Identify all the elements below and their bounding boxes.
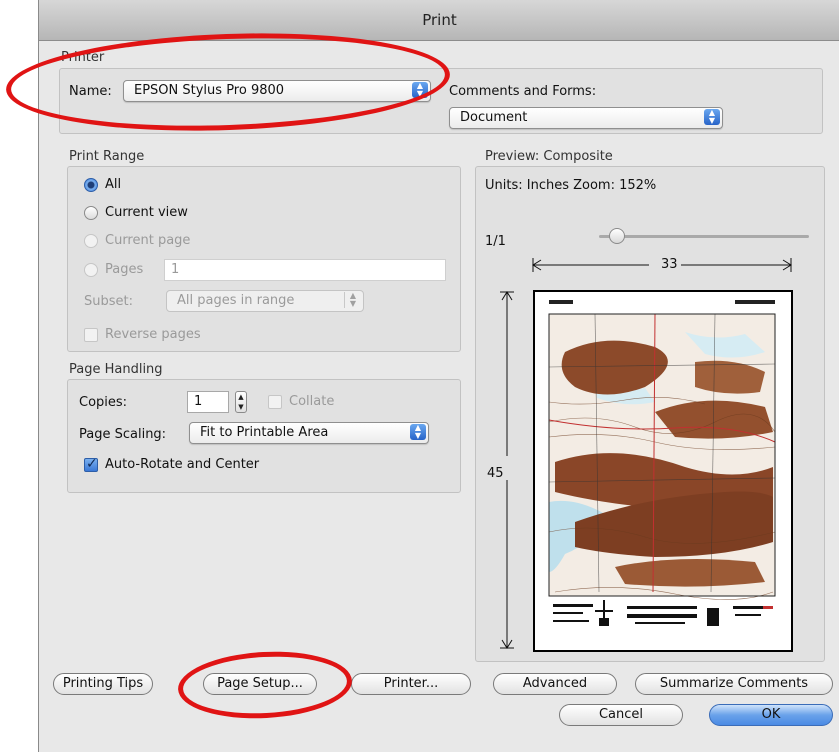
auto-rotate-checkbox[interactable] [84, 456, 98, 472]
page-scaling-value: Fit to Printable Area [200, 425, 329, 440]
subset-select[interactable]: All pages in range ▲ ▼ [166, 290, 364, 312]
radio-current-view-label: Current view [105, 205, 188, 220]
cancel-button[interactable]: Cancel [559, 704, 683, 726]
radio-current-page-label: Current page [105, 233, 191, 248]
ok-button[interactable]: OK [709, 704, 833, 726]
chevron-updown-icon: ▲ ▼ [704, 109, 720, 125]
radio-current-view[interactable] [84, 206, 98, 220]
chevron-updown-icon: ▲ ▼ [410, 424, 426, 440]
page-count: 1/1 [485, 234, 506, 249]
radio-pages-label: Pages [105, 262, 144, 277]
zoom-slider-knob[interactable] [608, 228, 625, 244]
height-value: 45 [487, 466, 504, 481]
page-handling-label: Page Handling [69, 362, 163, 377]
window-title: Print [422, 11, 457, 29]
chevron-updown-icon: ▲ ▼ [344, 292, 361, 308]
page-scaling-select[interactable]: Fit to Printable Area ▲ ▼ [189, 422, 429, 444]
print-dialog: Print Printer Name: EPSON Stylus Pro 980… [38, 0, 839, 752]
copies-stepper[interactable]: ▲ ▼ [235, 391, 247, 413]
reverse-pages-checkbox[interactable] [84, 328, 98, 342]
radio-current-page[interactable] [84, 234, 98, 248]
page-setup-button[interactable]: Page Setup... [203, 673, 317, 695]
printing-tips-button[interactable]: Printing Tips [53, 673, 153, 695]
reverse-pages-label: Reverse pages [105, 327, 201, 342]
copies-label: Copies: [79, 395, 128, 410]
radio-all-label: All [105, 177, 122, 192]
page-scaling-label: Page Scaling: [79, 427, 167, 442]
chevron-updown-icon: ▲ ▼ [412, 82, 428, 98]
auto-rotate-label: Auto-Rotate and Center [105, 457, 260, 472]
printer-name-label: Name: [69, 84, 112, 99]
advanced-button[interactable]: Advanced [493, 673, 617, 695]
comments-forms-label: Comments and Forms: [449, 84, 597, 99]
printer-name-select[interactable]: EPSON Stylus Pro 9800 ▲ ▼ [123, 80, 431, 102]
collate-label: Collate [289, 394, 335, 409]
title-bar[interactable]: Print [39, 0, 839, 41]
subset-value: All pages in range [177, 293, 295, 308]
pages-input[interactable]: 1 [164, 259, 446, 281]
radio-all[interactable] [84, 178, 98, 192]
printer-button[interactable]: Printer... [351, 673, 471, 695]
radio-pages[interactable] [84, 263, 98, 277]
summarize-comments-button[interactable]: Summarize Comments [635, 673, 833, 695]
comments-forms-select[interactable]: Document ▲ ▼ [449, 107, 723, 129]
print-range-label: Print Range [69, 149, 145, 164]
zoom-slider-track[interactable] [599, 235, 809, 238]
topographic-map-preview [535, 292, 791, 650]
page-preview [533, 290, 793, 652]
printer-section-label: Printer [61, 50, 105, 65]
comments-forms-value: Document [460, 110, 528, 125]
copies-input[interactable]: 1 [187, 391, 229, 413]
preview-label: Preview: Composite [485, 149, 613, 164]
collate-checkbox[interactable] [268, 395, 282, 409]
units-zoom-label: Units: Inches Zoom: 152% [485, 178, 657, 193]
printer-name-value: EPSON Stylus Pro 9800 [134, 83, 285, 98]
width-value: 33 [661, 257, 678, 272]
subset-label: Subset: [84, 294, 133, 309]
